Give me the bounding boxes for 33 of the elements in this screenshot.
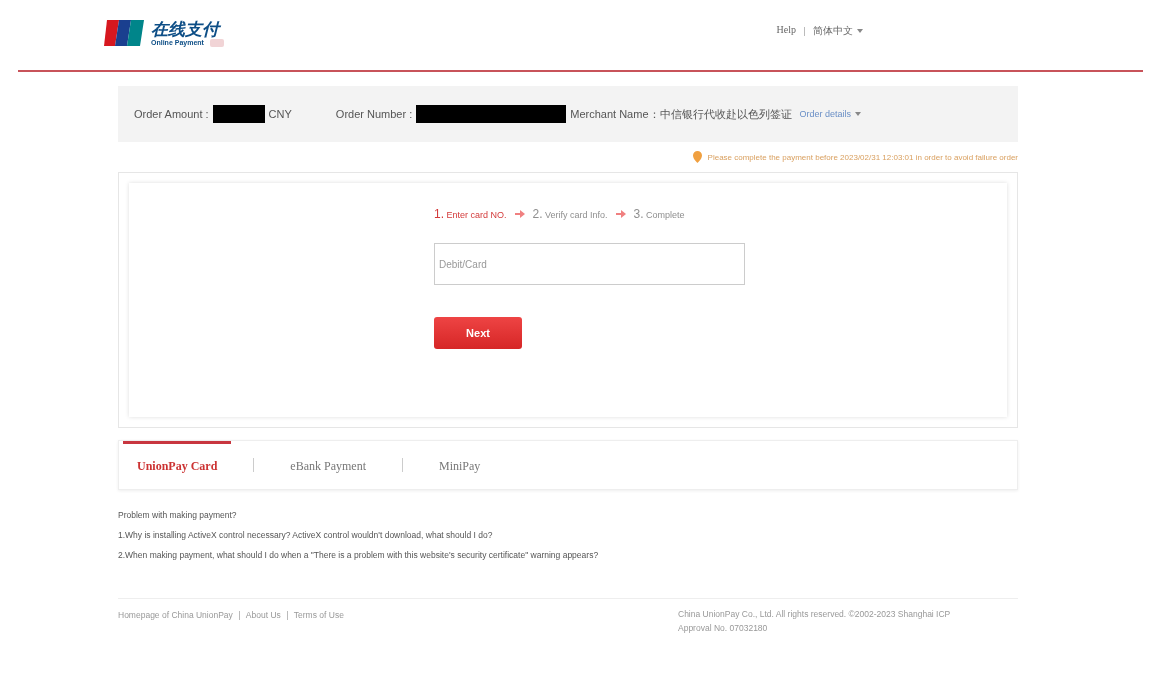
payment-tab[interactable]: eBank Payment xyxy=(276,441,380,489)
order-amount-label: Order Amount : xyxy=(134,108,209,120)
help-link[interactable]: Help xyxy=(776,24,796,38)
footer-link[interactable]: Terms of Use xyxy=(293,610,344,620)
payment-tab[interactable]: UnionPay Card xyxy=(123,441,232,489)
caret-icon xyxy=(855,112,862,116)
tag-icon xyxy=(209,38,224,47)
next-button[interactable]: Next xyxy=(434,317,522,349)
help-question-link[interactable]: 2.When making payment, what should I do when a "There is a problem with this website's security certificate" warning appears? xyxy=(118,550,1018,560)
order-details-link[interactable]: Order details xyxy=(799,109,852,119)
payment-deadline-notice: Please complete the payment before 2023/02/31 12:03:01 in order to avoid failure order xyxy=(707,152,1018,162)
merchant-name: Merchant Name：中信银行代收赴以色列签证 xyxy=(570,106,792,122)
footer-link[interactable]: About Us xyxy=(245,610,281,620)
logo-icon xyxy=(103,18,145,48)
payment-tab[interactable]: MiniPay xyxy=(425,441,495,489)
location-pin-icon xyxy=(692,151,702,163)
arrow-icon xyxy=(514,210,525,218)
card-number-field[interactable]: Debit/Card xyxy=(434,243,745,285)
approval-number: Approval No. 07032180 xyxy=(678,623,769,633)
logo-title: 在线支付 xyxy=(151,19,222,39)
order-number-label: Order Number : xyxy=(335,108,413,120)
language-selector[interactable]: 简体中文 xyxy=(813,24,863,38)
caret-icon xyxy=(857,29,863,33)
redaction-bar xyxy=(212,105,265,123)
step-indicator: 3. Complete xyxy=(633,207,685,221)
arrow-icon xyxy=(615,210,626,218)
copyright-text: China UnionPay Co., Ltd. All rights reserved. ©2002-2023 Shanghai ICP xyxy=(678,609,952,619)
step-indicator: 2. Verify card Info. xyxy=(532,207,608,221)
help-title: Problem with making payment? xyxy=(118,510,238,520)
step-indicator: 1. Enter card NO. xyxy=(434,207,507,221)
help-question-link[interactable]: 1.Why is installing ActiveX control necessary? ActiveX control wouldn't download, what should I do? xyxy=(118,530,1018,540)
footer-link[interactable]: Homepage of China UnionPay xyxy=(118,610,233,620)
currency-label: CNY xyxy=(268,108,292,120)
